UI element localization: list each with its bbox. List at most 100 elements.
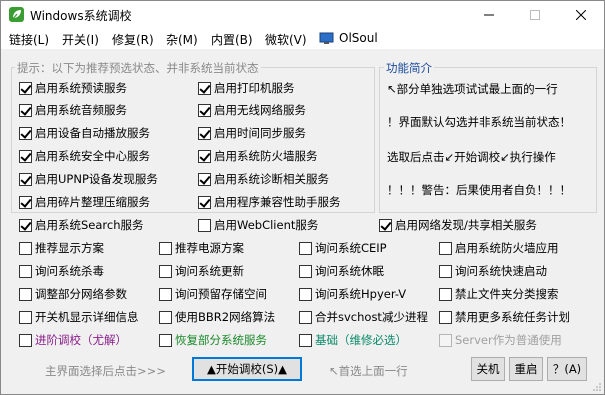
checkbox-box[interactable] bbox=[19, 149, 32, 163]
checkbox-box[interactable] bbox=[159, 264, 172, 278]
menu-microsoft[interactable]: 微软(V) bbox=[265, 31, 307, 48]
checkbox-time-sync-service[interactable]: 启用时间同步服务 bbox=[198, 125, 306, 141]
checkbox-box[interactable] bbox=[439, 310, 452, 324]
app-window: Windows系统调校 链接(L) 开关(I) 修复(R) 杂(M) 内置(B)… bbox=[0, 0, 605, 395]
status-group-legend: 提示：以下为推荐预选状态、并非系统当前状态 bbox=[15, 60, 261, 76]
checkbox-windows-update[interactable]: 询问系统更新 bbox=[159, 263, 244, 279]
checkbox-box[interactable] bbox=[299, 310, 312, 324]
menu-switches[interactable]: 开关(I) bbox=[62, 31, 99, 48]
checkbox-server-as-desktop: Server作为普通使用 bbox=[439, 332, 562, 348]
checkbox-box[interactable] bbox=[19, 218, 32, 232]
intro-line-1: ↖部分单独选项试试最上面的一行 bbox=[387, 82, 558, 96]
checkbox-hyper-v[interactable]: 询问系统Hpyer-V bbox=[299, 286, 406, 302]
checkbox-box[interactable] bbox=[19, 172, 32, 186]
close-button[interactable] bbox=[558, 1, 604, 29]
checkbox-firewall-app[interactable]: 启用系统防火墙应用 bbox=[439, 240, 559, 256]
app-leaf-icon bbox=[9, 7, 24, 22]
checkbox-box[interactable] bbox=[19, 126, 32, 140]
checkbox-network-discovery-service[interactable]: 启用网络发现/共享相关服务 bbox=[379, 217, 537, 233]
shutdown-button[interactable]: 关机 bbox=[471, 357, 505, 381]
checkbox-box[interactable] bbox=[159, 310, 172, 324]
checkbox-autoplay-service[interactable]: 启用设备自动播放服务 bbox=[19, 125, 150, 141]
resize-grip-icon[interactable] bbox=[592, 382, 602, 392]
checkbox-hibernate[interactable]: 询问系统休眠 bbox=[299, 263, 384, 279]
checkbox-merge-svchost[interactable]: 合并svchost减少进程 bbox=[299, 309, 428, 325]
checkbox-print-service[interactable]: 启用打印机服务 bbox=[198, 80, 295, 96]
checkbox-box[interactable] bbox=[198, 149, 211, 163]
checkbox-wireless-service[interactable]: 启用无线网络服务 bbox=[198, 102, 306, 118]
maximize-icon bbox=[530, 10, 540, 20]
maximize-button[interactable] bbox=[512, 1, 558, 29]
checkbox-box[interactable] bbox=[19, 81, 32, 95]
checkbox-advanced-tuning[interactable]: 进阶调校（尤解） bbox=[19, 332, 127, 348]
menu-misc[interactable]: 杂(M) bbox=[166, 31, 198, 48]
checkbox-box[interactable] bbox=[19, 241, 32, 255]
checkbox-box[interactable] bbox=[299, 287, 312, 301]
checkbox-box[interactable] bbox=[19, 310, 32, 324]
start-tuning-button[interactable]: ▲开始调校(S)▲ bbox=[192, 357, 302, 381]
checkbox-ceip[interactable]: 询问系统CEIP bbox=[299, 240, 387, 256]
checkbox-webclient-service[interactable]: 启用WebClient服务 bbox=[198, 217, 318, 233]
checkbox-antivirus[interactable]: 询问系统杀毒 bbox=[19, 263, 104, 279]
start-hint-left: 主界面选择后点击>>> bbox=[45, 364, 166, 378]
checkbox-prefetch-service[interactable]: 启用系统预读服务 bbox=[19, 80, 127, 96]
menu-bar: 链接(L) 开关(I) 修复(R) 杂(M) 内置(B) 微软(V) OlSou… bbox=[1, 29, 604, 49]
checkbox-firewall-service[interactable]: 启用系统防火墙服务 bbox=[198, 148, 318, 164]
checkbox-diagnostics-service[interactable]: 启用系统诊断相关服务 bbox=[198, 171, 329, 187]
checkbox-fast-startup[interactable]: 询问系统快速启动 bbox=[439, 263, 547, 279]
checkbox-bbr2[interactable]: 使用BBR2网络算法 bbox=[159, 309, 275, 325]
menu-olsoul[interactable]: OlSoul bbox=[339, 31, 378, 45]
checkbox-disable-tasks[interactable]: 禁用更多系统任务计划 bbox=[439, 309, 570, 325]
checkbox-search-service[interactable]: 启用系统Search服务 bbox=[19, 217, 144, 233]
checkbox-network-params[interactable]: 调整部分网络参数 bbox=[19, 286, 127, 302]
checkbox-box[interactable] bbox=[19, 103, 32, 117]
checkbox-box[interactable] bbox=[198, 103, 211, 117]
checkbox-box[interactable] bbox=[299, 241, 312, 255]
checkbox-audio-service[interactable]: 启用系统音频服务 bbox=[19, 102, 127, 118]
checkbox-box[interactable] bbox=[159, 333, 172, 347]
checkbox-basic-repair[interactable]: 基础（维修必选） bbox=[299, 332, 407, 348]
minimize-icon bbox=[484, 14, 494, 16]
checkbox-box[interactable] bbox=[198, 126, 211, 140]
checkbox-reserved-storage[interactable]: 询问预留存储空间 bbox=[159, 286, 267, 302]
checkbox-box[interactable] bbox=[198, 81, 211, 95]
checkbox-box[interactable] bbox=[439, 287, 452, 301]
checkbox-box[interactable] bbox=[198, 195, 211, 209]
menu-repair[interactable]: 修复(R) bbox=[112, 31, 154, 48]
checkbox-box bbox=[439, 333, 452, 347]
checkbox-security-center-service[interactable]: 启用系统安全中心服务 bbox=[19, 148, 150, 164]
checkbox-power-scheme[interactable]: 推荐电源方案 bbox=[159, 240, 244, 256]
checkbox-verbose-status[interactable]: 开关机显示详细信息 bbox=[19, 309, 139, 325]
start-hint-right: ↖首选上面一行 bbox=[329, 364, 408, 378]
minimize-button[interactable] bbox=[466, 1, 512, 29]
monitor-icon bbox=[319, 32, 334, 44]
checkbox-box[interactable] bbox=[379, 218, 392, 232]
window-title: Windows系统调校 bbox=[30, 9, 132, 23]
checkbox-compat-assistant-service[interactable]: 启用程序兼容性助手服务 bbox=[198, 194, 341, 210]
checkbox-box[interactable] bbox=[159, 287, 172, 301]
checkbox-box[interactable] bbox=[299, 333, 312, 347]
checkbox-upnp-service[interactable]: 启用UPNP设备发现服务 bbox=[19, 171, 158, 187]
restart-button[interactable]: 重启 bbox=[509, 357, 543, 381]
intro-line-4: ！！！警告：后果使用者自负！！！ bbox=[387, 183, 571, 197]
intro-line-2: ！界面默认勾选并非系统当前状态！ bbox=[387, 115, 571, 129]
intro-line-3: 选取后点击↙开始调校↙执行操作 bbox=[387, 150, 556, 164]
checkbox-box[interactable] bbox=[159, 241, 172, 255]
menu-builtin[interactable]: 内置(B) bbox=[211, 31, 253, 48]
checkbox-folder-classification[interactable]: 禁止文件夹分类搜索 bbox=[439, 286, 559, 302]
checkbox-box[interactable] bbox=[19, 287, 32, 301]
close-icon bbox=[576, 10, 586, 20]
checkbox-display-scheme[interactable]: 推荐显示方案 bbox=[19, 240, 104, 256]
checkbox-box[interactable] bbox=[19, 333, 32, 347]
checkbox-restore-services[interactable]: 恢复部分系统服务 bbox=[159, 332, 267, 348]
checkbox-box[interactable] bbox=[439, 264, 452, 278]
help-button[interactable]: ？(A) bbox=[547, 357, 587, 381]
checkbox-box[interactable] bbox=[198, 172, 211, 186]
checkbox-box[interactable] bbox=[439, 241, 452, 255]
checkbox-box[interactable] bbox=[19, 195, 32, 209]
menu-links[interactable]: 链接(L) bbox=[9, 31, 49, 48]
checkbox-box[interactable] bbox=[19, 264, 32, 278]
checkbox-box[interactable] bbox=[299, 264, 312, 278]
checkbox-box[interactable] bbox=[198, 218, 211, 232]
checkbox-defrag-service[interactable]: 启用碎片整理压缩服务 bbox=[19, 194, 150, 210]
